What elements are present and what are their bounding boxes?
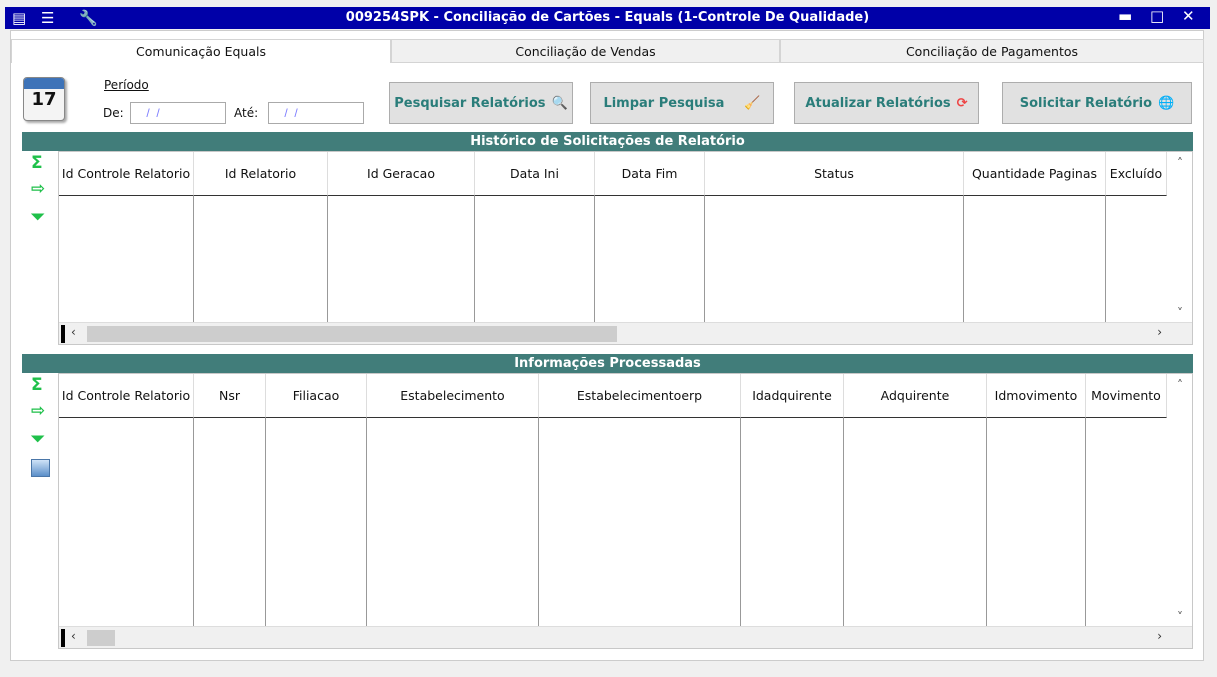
to-label: Até: — [234, 106, 259, 120]
column-header[interactable]: Excluído — [1106, 152, 1167, 196]
grid-column — [741, 418, 844, 626]
scrollbar-thumb[interactable] — [87, 326, 617, 342]
period-label: Período — [104, 78, 149, 92]
grid-column — [964, 196, 1106, 322]
image-icon[interactable] — [31, 459, 50, 477]
column-header[interactable]: Movimento — [1086, 374, 1167, 418]
expand-down-icon[interactable]: ⏷ — [31, 207, 45, 227]
scroll-left-icon[interactable]: ‹ — [71, 325, 76, 339]
export-icon[interactable]: ⇨ — [31, 401, 45, 421]
column-header[interactable]: Id Relatorio — [194, 152, 328, 196]
expand-down-icon[interactable]: ⏷ — [31, 429, 45, 449]
grid-column — [539, 418, 741, 626]
grid-column — [194, 196, 328, 322]
column-header[interactable]: Estabelecimento — [367, 374, 539, 418]
tab-conciliacao-pagamentos[interactable]: Conciliação de Pagamentos — [780, 39, 1204, 63]
search-reports-button[interactable]: Pesquisar Relatórios 🔍 — [389, 82, 573, 124]
scroll-up-icon[interactable]: ˄ — [1168, 378, 1192, 392]
request-report-button[interactable]: Solicitar Relatório 🌐 — [1002, 82, 1192, 124]
maximize-button[interactable]: □ — [1150, 7, 1164, 25]
export-icon[interactable]: ⇨ — [31, 179, 45, 199]
history-grid[interactable]: Id Controle Relatorio Id Relatorio Id Gera… — [58, 151, 1193, 345]
scroll-up-icon[interactable]: ˄ — [1168, 156, 1192, 170]
grid-column — [367, 418, 539, 626]
column-header[interactable]: Status — [705, 152, 964, 196]
vertical-scrollbar[interactable]: ˄ ˅ — [1168, 374, 1192, 626]
history-section-header: Histórico de Solicitações de Relatório — [22, 132, 1193, 151]
scroll-down-icon[interactable]: ˅ — [1168, 610, 1192, 624]
grid-column — [328, 196, 475, 322]
processed-section-header: Informações Processadas — [22, 354, 1193, 373]
from-label: De: — [103, 106, 124, 120]
minimize-button[interactable]: ▬ — [1118, 7, 1132, 25]
sum-icon[interactable]: Σ — [31, 153, 43, 173]
grid-column — [266, 418, 367, 626]
processed-grid[interactable]: Id Controle Relatorio Nsr Filiacao Estabele… — [58, 373, 1193, 649]
refresh-reports-button[interactable]: Atualizar Relatórios ⟳ — [794, 82, 979, 124]
grid-column — [844, 418, 987, 626]
column-header[interactable]: Data Ini — [475, 152, 595, 196]
column-header[interactable]: Id Controle Relatorio — [59, 152, 194, 196]
close-button[interactable]: ✕ — [1182, 7, 1195, 25]
calendar-icon: 17 — [23, 77, 65, 121]
title-bar: ▤ ☰ 🔧 009254SPK - Conciliação de Cartões… — [5, 7, 1210, 29]
refresh-icon: ⟳ — [956, 95, 968, 111]
main-window: Comunicação Equals Conciliação de Vendas… — [10, 30, 1204, 661]
column-header[interactable]: Adquirente — [844, 374, 987, 418]
to-date-input[interactable] — [268, 102, 364, 124]
column-header[interactable]: Idmovimento — [987, 374, 1086, 418]
tab-comunicacao-equals[interactable]: Comunicação Equals — [11, 39, 391, 63]
grid-column — [705, 196, 964, 322]
scroll-left-icon[interactable]: ‹ — [71, 629, 76, 643]
column-header[interactable]: Idadquirente — [741, 374, 844, 418]
grid-column — [59, 418, 194, 626]
column-header[interactable]: Estabelecimentoerp — [539, 374, 741, 418]
from-date-input[interactable] — [130, 102, 226, 124]
scrollbar-thumb[interactable] — [87, 630, 115, 646]
grid-column — [59, 196, 194, 322]
grid-column — [987, 418, 1086, 626]
column-header[interactable]: Data Fim — [595, 152, 705, 196]
grid-column — [595, 196, 705, 322]
globe-icon: 🌐 — [1158, 95, 1175, 111]
column-header[interactable]: Nsr — [194, 374, 266, 418]
scroll-right-icon[interactable]: › — [1157, 325, 1162, 339]
clear-search-button[interactable]: Limpar Pesquisa 🧹 — [590, 82, 774, 124]
sum-icon[interactable]: Σ — [31, 375, 43, 395]
horizontal-scrollbar[interactable]: ‹ › — [59, 322, 1192, 344]
scroll-down-icon[interactable]: ˅ — [1168, 306, 1192, 320]
window-title: 009254SPK - Conciliação de Cartões - Equ… — [345, 10, 870, 25]
broom-icon: 🧹 — [744, 95, 761, 111]
grid-column — [475, 196, 595, 322]
vertical-scrollbar[interactable]: ˄ ˅ — [1168, 152, 1192, 322]
magnifier-icon: 🔍 — [551, 95, 568, 111]
column-header[interactable]: Id Controle Relatorio — [59, 374, 194, 418]
horizontal-scrollbar[interactable]: ‹ › — [59, 626, 1192, 648]
column-header[interactable]: Filiacao — [266, 374, 367, 418]
tab-conciliacao-vendas[interactable]: Conciliação de Vendas — [391, 39, 780, 63]
column-header[interactable]: Quantidade Paginas — [964, 152, 1106, 196]
scroll-right-icon[interactable]: › — [1157, 629, 1162, 643]
column-header[interactable]: Id Geracao — [328, 152, 475, 196]
grid-column — [194, 418, 266, 626]
